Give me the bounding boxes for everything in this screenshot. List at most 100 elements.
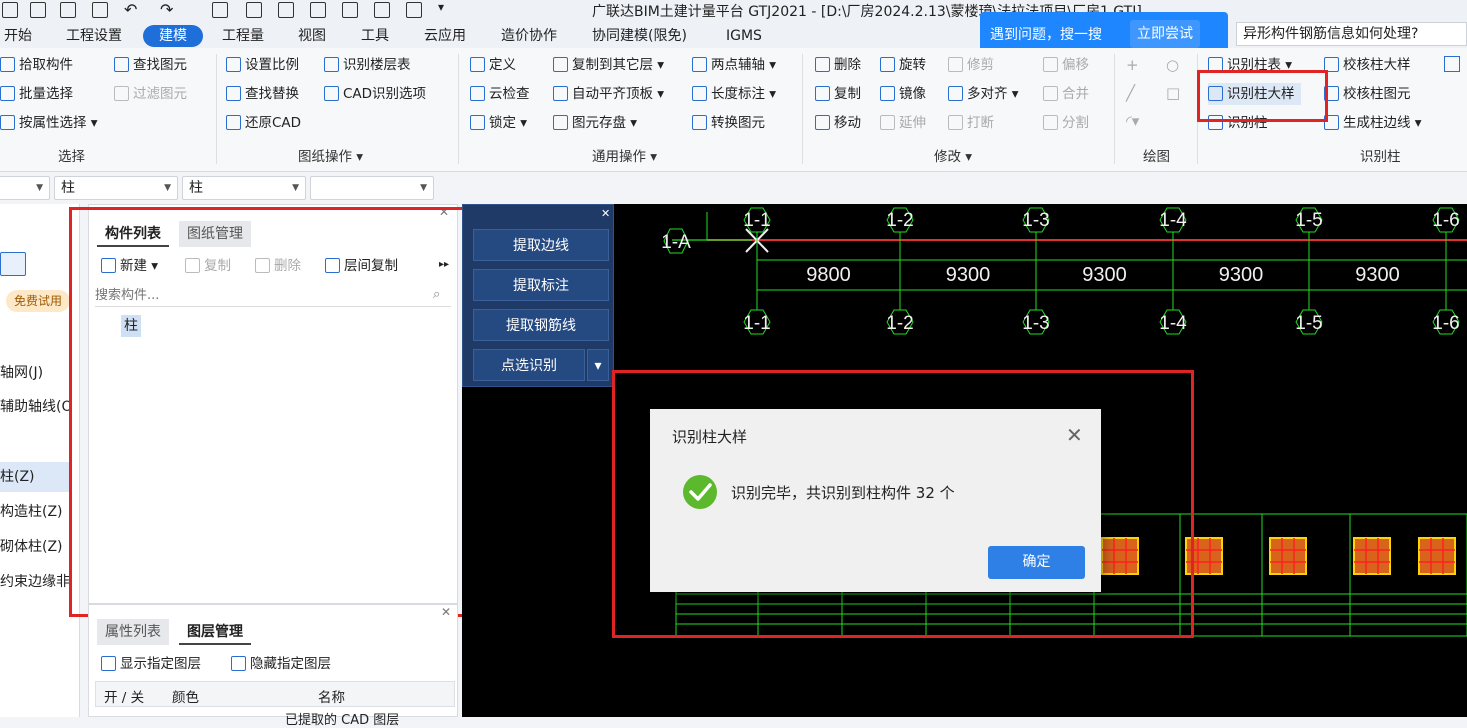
nav-masonry-column[interactable]: 砌体柱(Z) <box>0 532 72 562</box>
recognize-floor-table-button[interactable]: 识别楼层表 <box>324 54 411 76</box>
nav-column[interactable]: 柱(Z) <box>0 462 72 492</box>
split-button[interactable]: 分割 <box>1043 112 1089 134</box>
check-icon[interactable] <box>310 2 326 18</box>
menu-cost-collab[interactable]: 造价协作 <box>501 25 557 47</box>
menu-cloud[interactable]: 云应用 <box>424 25 466 47</box>
move-button[interactable]: 移动 <box>815 112 861 134</box>
help-search-input[interactable]: 异形构件钢筋信息如何处理? <box>1236 22 1467 46</box>
close-icon[interactable]: ✕ <box>601 207 610 220</box>
tab-drawing-management[interactable]: 图纸管理 <box>179 221 251 247</box>
point-recognize-button[interactable]: 点选识别 <box>473 349 585 381</box>
merge-button[interactable]: 合并 <box>1043 83 1089 105</box>
auto-align-top-button[interactable]: 自动平齐顶板 ▾ <box>553 83 664 105</box>
restore-cad-button[interactable]: 还原CAD <box>226 112 301 134</box>
edit-icon[interactable] <box>342 2 358 18</box>
mirror-button[interactable]: 镜像 <box>880 83 926 105</box>
menu-tools[interactable]: 工具 <box>361 25 389 47</box>
cloud-check-button[interactable]: 云检查 <box>470 83 530 105</box>
menu-collab-modeling[interactable]: 协同建模(限免) <box>592 25 687 47</box>
break-button[interactable]: 打断 <box>948 112 994 134</box>
tab-layer-management[interactable]: 图层管理 <box>179 619 251 645</box>
length-dim-button[interactable]: 长度标注 ▾ <box>692 83 776 105</box>
save-icon[interactable] <box>92 2 108 18</box>
point-icon[interactable]: + <box>1126 56 1139 74</box>
delete-button[interactable]: 删除 <box>815 54 861 76</box>
menu-view[interactable]: 视图 <box>298 25 326 47</box>
undo-icon[interactable]: ↶ <box>124 0 137 19</box>
customize-icon[interactable]: ▾ <box>438 0 444 14</box>
recognize-column-detail-button[interactable]: 识别柱大样 <box>1208 83 1301 105</box>
select-by-attr-button[interactable]: 按属性选择 ▾ <box>0 112 98 134</box>
verify-column-element-button[interactable]: 校核柱图元 <box>1324 83 1411 105</box>
offset-button[interactable]: 偏移 <box>1043 54 1089 76</box>
layer-row-name[interactable]: 已提取的 CAD 图层 <box>285 709 399 728</box>
component-item[interactable]: 柱 <box>121 315 141 337</box>
tab-property-list[interactable]: 属性列表 <box>97 619 169 645</box>
verify-column-detail-button[interactable]: 校核柱大样 <box>1324 54 1411 76</box>
menu-project-settings[interactable]: 工程设置 <box>66 25 122 47</box>
recognize-column-button[interactable]: 识别柱 <box>1208 112 1268 134</box>
line-icon[interactable]: ╱ <box>1126 84 1135 102</box>
grid-icon[interactable] <box>278 2 294 18</box>
set-scale-button[interactable]: 设置比例 <box>226 54 299 76</box>
floor-copy-button[interactable]: 层间复制 <box>325 255 398 277</box>
extract-rebar-button[interactable]: 提取钢筋线 <box>473 309 609 341</box>
nav-edge-member[interactable]: 约束边缘非... <box>0 567 72 597</box>
delete-component-button[interactable]: 删除 <box>255 255 301 277</box>
find-element-button[interactable]: 查找图元 <box>114 54 187 76</box>
list-view-icon[interactable] <box>0 252 26 276</box>
copy-button[interactable]: 复制 <box>815 83 861 105</box>
copy-to-floor-button[interactable]: 复制到其它层 ▾ <box>553 54 664 76</box>
close-icon[interactable]: ✕ <box>1066 423 1083 447</box>
type-select[interactable]: 柱 ▼ <box>54 176 178 200</box>
generate-column-edge-button[interactable]: 生成柱边线 ▾ <box>1324 112 1422 134</box>
subtype-select[interactable]: 柱 ▼ <box>182 176 306 200</box>
two-point-axis-button[interactable]: 两点辅轴 ▾ <box>692 54 776 76</box>
extend-button[interactable]: 延伸 <box>880 112 926 134</box>
report-icon[interactable] <box>246 2 262 18</box>
rect-icon[interactable]: □ <box>1166 84 1180 102</box>
find-replace-button[interactable]: 查找替换 <box>226 83 299 105</box>
new-file-icon[interactable] <box>30 2 46 18</box>
save-element-button[interactable]: 图元存盘 ▾ <box>553 112 637 134</box>
menu-modeling[interactable]: 建模 <box>143 25 203 47</box>
rotate-button[interactable]: 旋转 <box>880 54 926 76</box>
recognize-column-table-button[interactable]: 识别柱表 ▾ <box>1208 54 1292 76</box>
chevron-down-icon[interactable]: ▾ <box>587 349 609 381</box>
multi-align-button[interactable]: 多对齐 ▾ <box>948 83 1019 105</box>
menu-igms[interactable]: IGMS <box>726 25 762 47</box>
pick-component-button[interactable]: 拾取构件 <box>0 54 73 76</box>
show-layer-button[interactable]: 显示指定图层 <box>101 653 201 675</box>
circle-icon[interactable]: ○ <box>1166 56 1179 74</box>
tab-component-list[interactable]: 构件列表 <box>97 221 169 247</box>
try-now-button[interactable]: 立即尝试 <box>1130 20 1200 48</box>
floor-select[interactable]: ▼ <box>0 176 50 200</box>
more-tools-icon[interactable] <box>1444 56 1460 72</box>
export-icon[interactable] <box>406 2 422 18</box>
trim-button[interactable]: 修剪 <box>948 54 994 76</box>
sum-icon[interactable] <box>212 2 228 18</box>
component-select[interactable]: ▼ <box>310 176 434 200</box>
menu-start[interactable]: 开始 <box>4 25 32 47</box>
component-search-input[interactable] <box>95 285 451 307</box>
new-component-button[interactable]: 新建 ▾ <box>101 255 158 277</box>
convert-element-button[interactable]: 转换图元 <box>692 112 765 134</box>
cad-options-button[interactable]: CAD识别选项 <box>324 83 426 105</box>
free-trial-badge[interactable]: 免费试用 <box>6 290 71 312</box>
close-icon[interactable]: ✕ <box>439 205 449 219</box>
nav-structural-column[interactable]: 构造柱(Z) <box>0 497 72 527</box>
filter-element-button[interactable]: 过滤图元 <box>114 83 187 105</box>
copy-component-button[interactable]: 复制 <box>185 255 231 277</box>
hide-layer-button[interactable]: 隐藏指定图层 <box>231 653 331 675</box>
redo-icon[interactable]: ↷ <box>160 0 173 19</box>
open-folder-icon[interactable] <box>60 2 76 18</box>
ok-button[interactable]: 确定 <box>988 546 1085 579</box>
menu-quantities[interactable]: 工程量 <box>222 25 264 47</box>
lock-button[interactable]: 锁定 ▾ <box>470 112 527 134</box>
close-icon[interactable]: ✕ <box>441 605 451 619</box>
print-icon[interactable] <box>374 2 390 18</box>
batch-select-button[interactable]: 批量选择 <box>0 83 73 105</box>
define-button[interactable]: 定义 <box>470 54 516 76</box>
extract-edge-button[interactable]: 提取边线 <box>473 229 609 261</box>
arc-icon[interactable]: ◜▾ <box>1126 112 1139 130</box>
